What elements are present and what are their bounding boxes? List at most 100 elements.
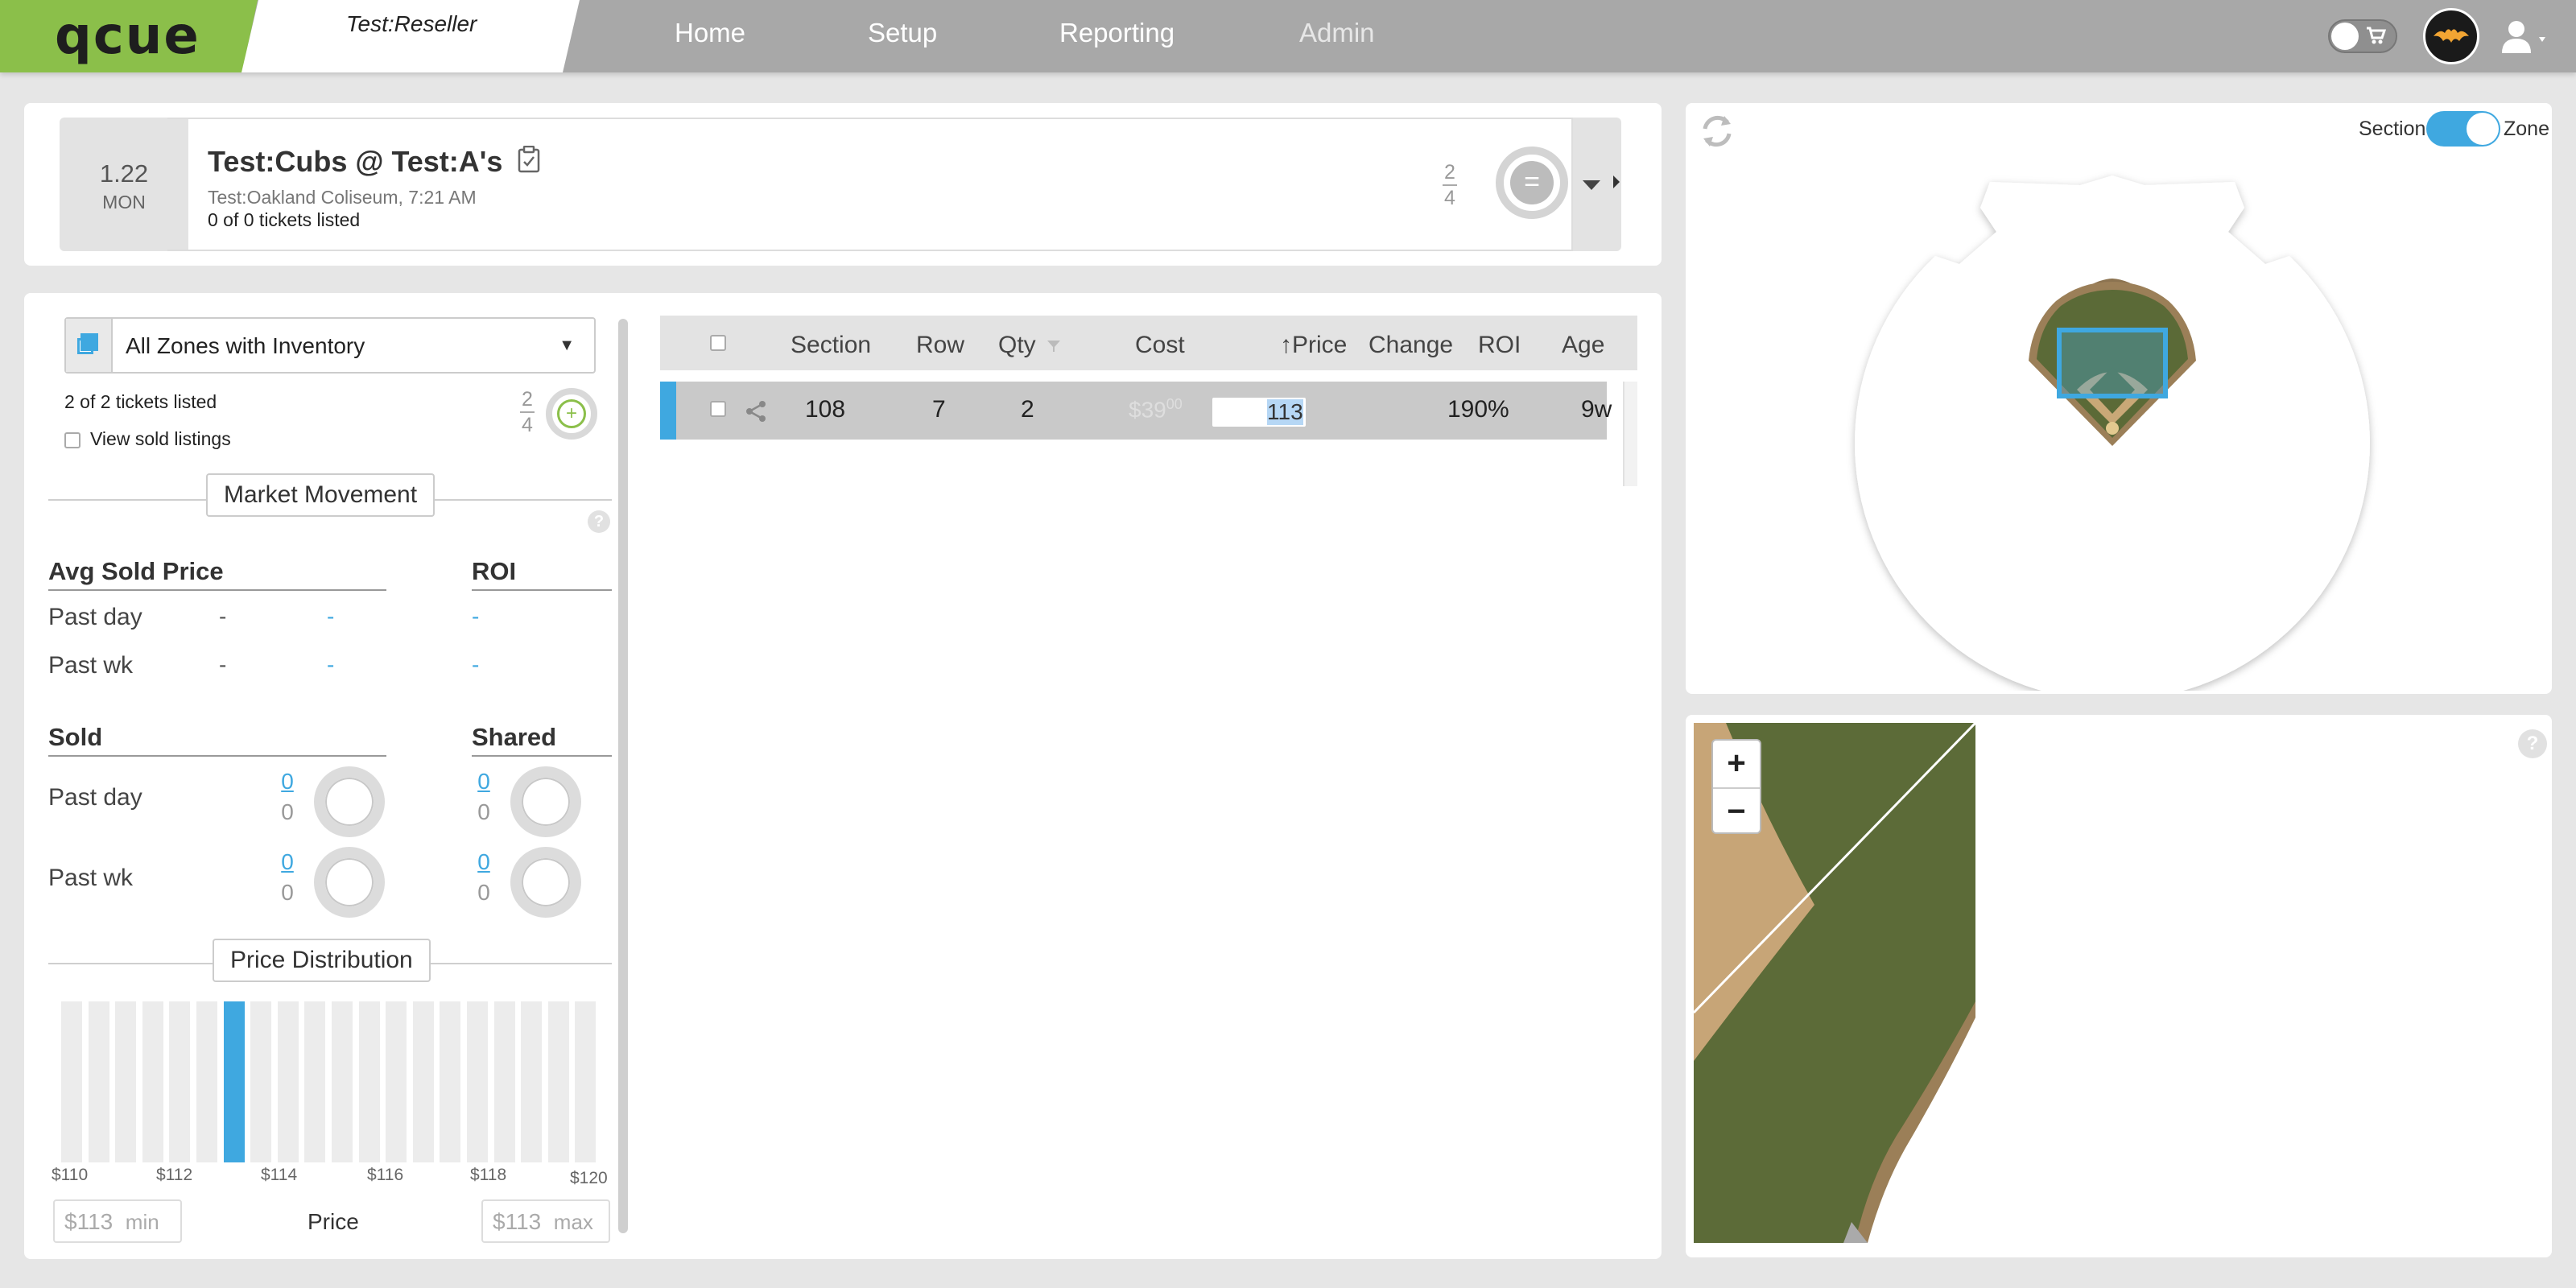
price-axis-label: Price (308, 1209, 359, 1234)
table-scrollbar[interactable] (1623, 382, 1637, 486)
event-summary[interactable]: Test:Cubs @ Test:A's Test:Oakland Colise… (167, 118, 1573, 251)
table-row[interactable]: 108 7 2 $3900 113 190% 9w (660, 382, 1612, 440)
event-card: 1.22 MON Test:Cubs @ Test:A's Test:Oakla… (24, 103, 1662, 266)
sold-fraction[interactable]: 0 0 (275, 766, 299, 828)
chevron-right-icon (1613, 175, 1620, 188)
fraction-top: 0 (477, 849, 490, 874)
inventory-scrollbar[interactable] (618, 319, 628, 1233)
plus-icon: + (557, 399, 586, 428)
roi-heading: ROI (472, 557, 517, 585)
avg-sold-price-heading: Avg Sold Price (48, 557, 224, 585)
price-bar[interactable] (277, 1001, 299, 1162)
zones-icon-front (80, 333, 98, 351)
price-bar[interactable] (575, 1001, 597, 1162)
sold-fraction[interactable]: 0 0 (275, 847, 299, 908)
event-fraction: 2 4 (1443, 161, 1457, 209)
shared-fraction[interactable]: 0 0 (472, 766, 496, 828)
price-bar[interactable] (169, 1001, 191, 1162)
clipboard-icon[interactable] (517, 145, 541, 173)
price-bar[interactable] (304, 1001, 326, 1162)
column-cost[interactable]: Cost (1135, 332, 1185, 359)
price-bar[interactable] (440, 1001, 461, 1162)
cell-qty: 2 (1021, 396, 1034, 423)
price-bar-active[interactable] (223, 1001, 245, 1162)
fraction-bottom: 0 (281, 799, 294, 824)
mm-roi: - (472, 652, 480, 677)
nav-admin[interactable]: Admin (1299, 18, 1375, 48)
column-age[interactable]: Age (1562, 332, 1604, 359)
view-sold-option[interactable]: View sold listings (64, 428, 231, 450)
section-zone-toggle[interactable] (2426, 111, 2500, 147)
price-tick: $110 (52, 1166, 89, 1184)
row-checkbox[interactable] (710, 401, 726, 417)
price-bar[interactable] (142, 1001, 163, 1162)
cart-toggle[interactable] (2328, 19, 2397, 53)
reseller-label: Test:Reseller (346, 11, 477, 36)
nav-setup[interactable]: Setup (868, 18, 937, 48)
fraction-top: 0 (477, 769, 490, 794)
zoom-map-card: + − ? (1686, 715, 2552, 1257)
zoom-controls: + − (1711, 739, 1761, 834)
help-icon[interactable]: ? (588, 510, 610, 533)
cell-roi: 190% (1447, 396, 1509, 423)
price-bar[interactable] (332, 1001, 353, 1162)
share-icon[interactable] (744, 399, 768, 423)
shared-fraction[interactable]: 0 0 (472, 847, 496, 908)
price-bar[interactable] (521, 1001, 543, 1162)
help-icon[interactable]: ? (2518, 729, 2547, 758)
toggle-knob (2467, 113, 2499, 145)
column-price-label: Price (1292, 332, 1348, 358)
price-bar[interactable] (115, 1001, 137, 1162)
inventory-status-ring[interactable]: + (546, 388, 597, 440)
event-status-ring: = (1496, 147, 1568, 219)
equal-icon: = (1510, 161, 1554, 204)
price-min-input[interactable]: $113 min (53, 1199, 182, 1243)
stadium-map[interactable] (1839, 143, 2386, 691)
price-bar[interactable] (196, 1001, 217, 1162)
nav-reporting[interactable]: Reporting (1059, 18, 1174, 48)
zone-select[interactable]: All Zones with Inventory ▼ (64, 317, 596, 374)
price-bar[interactable] (61, 1001, 82, 1162)
inventory-tickets-listed: 2 of 2 tickets listed (64, 391, 217, 412)
zoom-in-button[interactable]: + (1713, 741, 1760, 787)
price-tick: $120 (570, 1169, 608, 1187)
chevron-down-icon: ▼ (559, 336, 575, 354)
fraction-bottom: 0 (477, 880, 490, 905)
view-sold-checkbox[interactable] (64, 431, 80, 448)
column-change[interactable]: Change (1368, 332, 1453, 359)
cell-age: 9w (1581, 396, 1612, 423)
chevron-down-icon (2539, 37, 2545, 42)
price-bar[interactable] (467, 1001, 488, 1162)
mm-change: - (327, 652, 335, 677)
price-bar[interactable] (386, 1001, 407, 1162)
price-bar[interactable] (412, 1001, 434, 1162)
fraction-bar (1443, 184, 1457, 186)
price-max-input[interactable]: $113 max (481, 1199, 610, 1243)
event-expand[interactable] (1573, 118, 1621, 251)
sold-row-label: Past wk (48, 865, 134, 891)
price-bar[interactable] (88, 1001, 109, 1162)
refresh-icon[interactable] (1695, 109, 1739, 153)
column-section[interactable]: Section (791, 332, 871, 359)
zoom-out-button[interactable]: − (1713, 787, 1760, 834)
price-bar[interactable] (547, 1001, 569, 1162)
column-roi[interactable]: ROI (1478, 332, 1521, 359)
column-row[interactable]: Row (916, 332, 964, 359)
column-price[interactable]: ↑Price (1280, 332, 1347, 359)
column-qty[interactable]: Qty (998, 332, 1062, 359)
brand-logo[interactable]: qcue (55, 6, 200, 66)
seat-map-card: Section Zone (1686, 103, 2552, 694)
nav-home[interactable]: Home (675, 18, 745, 48)
select-all-checkbox[interactable] (710, 335, 726, 351)
price-bar[interactable] (493, 1001, 515, 1162)
shared-donut (510, 847, 581, 918)
divider (472, 589, 612, 591)
user-menu[interactable] (2499, 16, 2555, 56)
sold-row-label: Past day (48, 784, 142, 811)
filter-icon[interactable] (1046, 338, 1062, 354)
mm-row-label: Past day (48, 604, 142, 630)
price-bar[interactable] (250, 1001, 272, 1162)
price-input[interactable]: 113 (1212, 398, 1306, 427)
price-bar[interactable] (358, 1001, 380, 1162)
bat-logo-avatar[interactable] (2423, 8, 2479, 64)
